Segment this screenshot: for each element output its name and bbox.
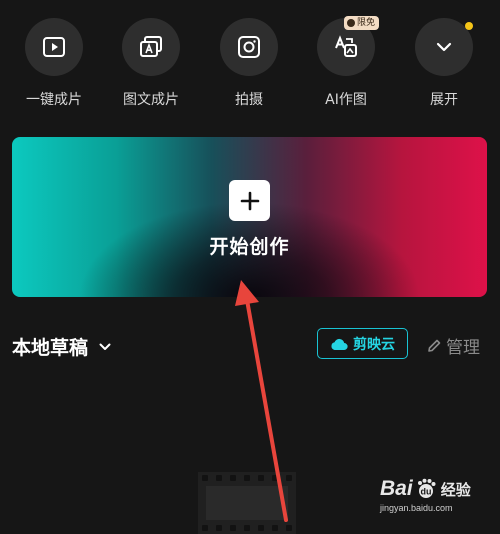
start-creation-label: 开始创作 <box>209 236 290 258</box>
ai-image-button[interactable]: 限免 AI作图 <box>306 16 386 109</box>
free-limited-badge: 限免 <box>344 16 380 30</box>
plus-icon <box>240 191 259 210</box>
camera-icon <box>238 36 260 58</box>
start-creation-button[interactable]: 开始创作 <box>12 137 487 297</box>
baidu-jingyan-watermark: Bai du 经验 jingyan.baidu.com <box>380 477 480 513</box>
watermark-suffix: 经验 <box>440 480 471 499</box>
one-click-video-button[interactable]: 一键成片 <box>14 18 94 109</box>
jianying-cloud-label: 剪映云 <box>353 336 395 353</box>
one-click-video-label: 一键成片 <box>26 92 82 108</box>
chevron-down-icon <box>436 42 452 52</box>
shoot-label: 拍摄 <box>235 92 263 108</box>
shoot-icon-circle <box>220 18 278 76</box>
new-indicator-dot <box>465 22 473 30</box>
watermark-brand: Bai <box>380 477 413 500</box>
manage-button[interactable]: 管理 <box>426 333 480 358</box>
image-text-icon-circle <box>122 18 180 76</box>
ai-image-icon-circle: 限免 <box>317 16 380 76</box>
empty-drafts-film-icon <box>198 472 296 534</box>
one-click-video-icon-circle <box>25 18 83 76</box>
shoot-button[interactable]: 拍摄 <box>209 18 289 109</box>
chevron-down-icon <box>99 343 111 350</box>
play-box-icon <box>43 37 65 57</box>
cloud-icon <box>331 338 348 350</box>
expand-icon-circle <box>415 18 473 76</box>
local-drafts-title: 本地草稿 <box>12 337 89 359</box>
local-drafts-dropdown[interactable]: 本地草稿 <box>12 333 112 360</box>
clock-icon <box>347 19 355 27</box>
ai-image-label: AI作图 <box>325 92 367 108</box>
expand-button[interactable]: 展开 <box>404 18 484 109</box>
image-text-video-button[interactable]: 图文成片 <box>111 18 191 109</box>
plus-icon-box <box>229 180 270 221</box>
manage-label: 管理 <box>446 338 480 358</box>
quick-actions-bar: 一键成片 图文成片 拍摄 限免 AI作图 展开 <box>0 0 500 120</box>
svg-text:du: du <box>420 487 431 497</box>
ai-image-icon <box>335 35 357 57</box>
free-limited-badge-text: 限免 <box>357 18 376 28</box>
pencil-icon <box>428 339 441 352</box>
watermark-url: jingyan.baidu.com <box>380 503 453 513</box>
baidu-paw-icon: du <box>417 478 436 498</box>
expand-label: 展开 <box>430 92 458 108</box>
jianying-cloud-button[interactable]: 剪映云 <box>317 328 408 359</box>
image-text-icon <box>140 36 162 57</box>
image-text-video-label: 图文成片 <box>123 92 179 108</box>
